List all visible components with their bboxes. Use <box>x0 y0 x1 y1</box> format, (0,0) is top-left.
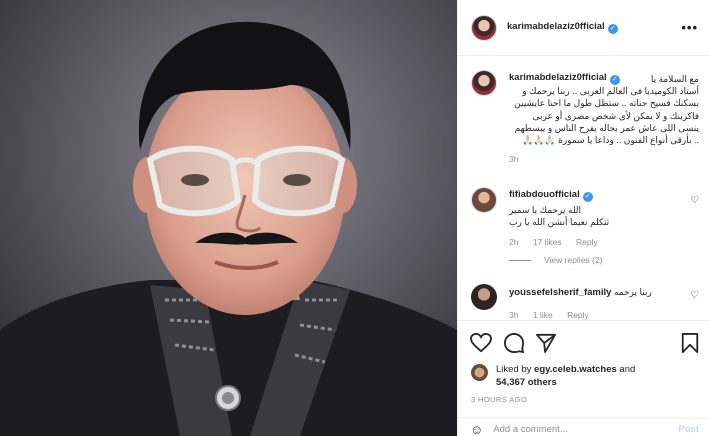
action-bar <box>470 333 699 355</box>
post-header: karimabdelaziz0fficial ✓ ••• <box>458 0 710 56</box>
comment-like-heart-icon[interactable]: ♡ <box>690 195 699 206</box>
author-username[interactable]: karimabdelaziz0fficial ✓ <box>507 21 618 34</box>
liker-avatar[interactable] <box>471 364 488 381</box>
liked-by-user[interactable]: egy.celeb.watches <box>534 364 617 375</box>
caption-avatar[interactable] <box>471 70 497 96</box>
reply-button[interactable]: Reply <box>567 310 589 320</box>
comment-like-heart-icon[interactable]: ♡ <box>690 290 699 301</box>
caption-line: فاكرينك و لا يمكن لأى شخص مصرى أو عربى <box>532 110 700 121</box>
comment-item: fifiabdouofficial ✓ الله يرحمك يا سمير تت… <box>471 187 699 247</box>
verified-badge-icon: ✓ <box>582 192 593 202</box>
comment-text-line: تتكلم نعيما أنشن الله يا رب <box>509 217 610 228</box>
caption-line: أستاذ الكوميديا فى العالم العربى .. ربنا… <box>522 86 699 97</box>
add-comment-bar: ☺ Post <box>458 417 710 436</box>
post-timestamp[interactable]: 3 HOURS AGO <box>471 395 527 404</box>
post-comment-button[interactable]: Post <box>678 424 699 435</box>
verified-badge-icon: ✓ <box>609 75 620 85</box>
comment-item: youssefelsherif_family ربنا يرحمه 3h 1 l… <box>471 284 699 320</box>
post-actions: Liked by egy.celeb.watches and 54,367 ot… <box>458 320 710 436</box>
post-photo[interactable] <box>0 0 457 436</box>
comment-time: 3h <box>509 310 519 320</box>
emoji-icon[interactable]: ☺ <box>470 422 483 436</box>
likes-summary: Liked by egy.celeb.watches and 54,367 ot… <box>471 363 635 389</box>
comment-text-line: ربنا يرحمه <box>613 287 652 297</box>
portrait-image <box>0 0 457 436</box>
post-side-panel: karimabdelaziz0fficial ✓ ••• karimabdelaz… <box>457 0 710 436</box>
caption-body: karimabdelaziz0fficial ✓ مع السلامة يا أس… <box>509 72 699 164</box>
comment-meta: 3h 1 like Reply <box>509 310 681 320</box>
instagram-post: karimabdelaziz0fficial ✓ ••• karimabdelaz… <box>0 0 710 436</box>
comments-section: karimabdelaziz0fficial ✓ مع السلامة يا أس… <box>458 57 710 320</box>
share-icon[interactable] <box>536 333 556 353</box>
comment-body: fifiabdouofficial ✓ الله يرحمك يا سمير تت… <box>509 189 681 247</box>
comment-input[interactable] <box>493 424 654 435</box>
likes-count[interactable]: 54,367 others <box>496 377 557 388</box>
likes-text: Liked by egy.celeb.watches and 54,367 ot… <box>496 363 635 389</box>
comment-likes[interactable]: 17 likes <box>533 237 562 247</box>
heart-icon[interactable] <box>470 333 492 353</box>
view-replies-label[interactable]: View replies (2) <box>544 255 602 265</box>
commenter-username[interactable]: youssefelsherif_family <box>509 287 611 298</box>
more-horizontal-icon[interactable]: ••• <box>681 20 698 35</box>
caption-line: يسكنك فسيح جناته .. ستظل طول ما احنا عاي… <box>514 98 699 109</box>
commenter-username[interactable]: fifiabdouofficial <box>509 189 580 200</box>
comment-text-line: الله يرحمك يا سمير <box>509 205 582 215</box>
verified-badge-icon: ✓ <box>607 24 618 34</box>
reply-button[interactable]: Reply <box>576 237 598 247</box>
comment-meta: 2h 17 likes Reply <box>509 237 681 247</box>
comment-likes[interactable]: 1 like <box>533 310 553 320</box>
liked-by-prefix: Liked by <box>496 364 535 375</box>
bookmark-icon[interactable] <box>681 333 699 353</box>
caption-line: ينسى اللى عاش عمر بحاله يفرح الناس و يبس… <box>514 122 699 133</box>
caption-line: .. بأرقى أنواع الفنون .. وداعا يا سمورة … <box>522 135 699 146</box>
author-avatar[interactable] <box>471 14 497 41</box>
caption-username[interactable]: karimabdelaziz0fficial <box>509 72 607 83</box>
caption: karimabdelaziz0fficial ✓ مع السلامة يا أس… <box>471 70 699 190</box>
comment-time: 2h <box>509 237 519 248</box>
view-replies[interactable]: View replies (2) <box>509 255 602 265</box>
commenter-avatar[interactable] <box>471 187 497 213</box>
replies-divider <box>509 259 531 261</box>
liked-by-joiner: and <box>616 364 636 375</box>
caption-time: 3h <box>509 154 519 165</box>
comment-icon[interactable] <box>504 333 524 353</box>
commenter-avatar[interactable] <box>471 284 497 310</box>
comment-body: youssefelsherif_family ربنا يرحمه 3h 1 l… <box>509 286 681 320</box>
